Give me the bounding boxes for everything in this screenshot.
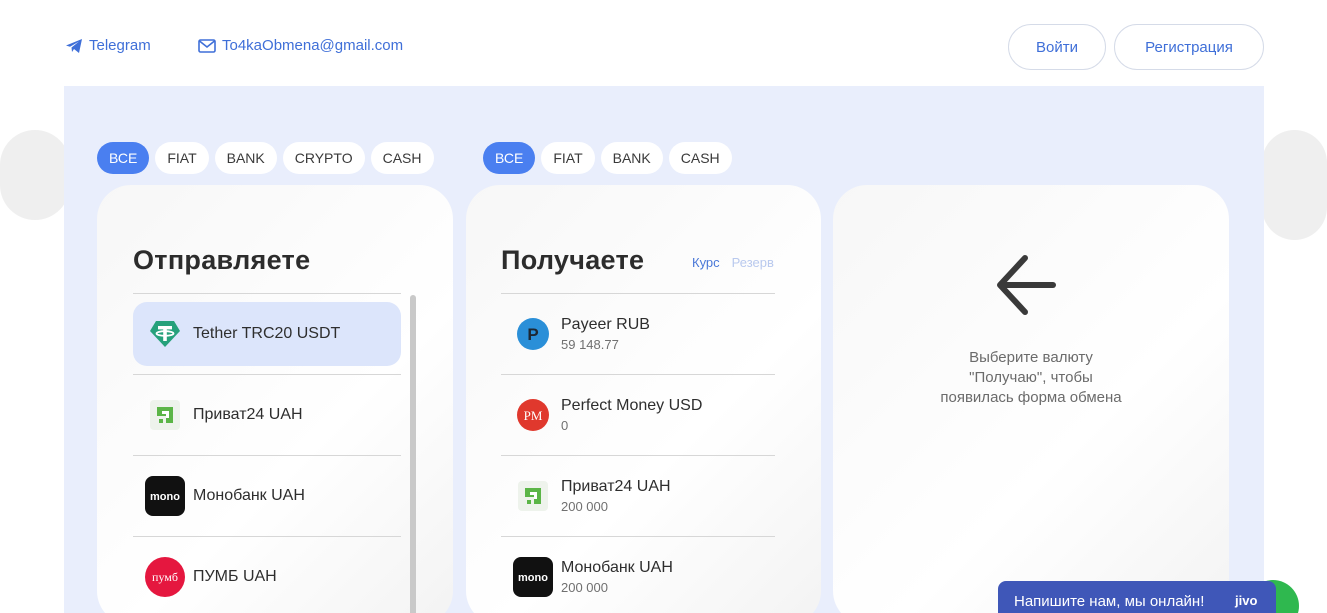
receive-item-privat24[interactable]: Приват24 UAH 200 000 [501, 455, 775, 536]
currency-name: Приват24 UAH [193, 406, 303, 423]
jivo-logo: jivo [1235, 593, 1258, 608]
send-filter-cash[interactable]: CASH [370, 142, 434, 174]
hint-line: Выберите валюту [969, 349, 1093, 366]
login-button[interactable]: Войти [1008, 24, 1106, 70]
currency-reserve: 0 [561, 418, 569, 433]
exchange-form-card: Выберите валюту "Получаю", чтобы появила… [833, 185, 1229, 613]
tab-reserve[interactable]: Резерв [732, 255, 774, 270]
receive-card: Получаете Курс Резерв P Payeer RUB 59 14… [466, 185, 821, 613]
send-list-scrollbar[interactable] [410, 295, 416, 613]
mono-logo-text: mono [150, 491, 180, 503]
send-item-monobank[interactable]: mono Монобанк UAH [133, 455, 401, 536]
pumb-icon: пумб [145, 557, 185, 597]
receive-title: Получаете [501, 245, 645, 275]
chat-widget[interactable]: Напишите нам, мы онлайн! jivo [998, 581, 1276, 613]
send-filter-fiat[interactable]: FIAT [155, 142, 209, 174]
payeer-icon: P [513, 314, 553, 354]
payeer-logo-text: P [527, 325, 538, 344]
tether-icon [145, 314, 185, 354]
receive-filter-fiat[interactable]: FIAT [541, 142, 595, 174]
send-card: Отправляете Tether TRC20 USDT Приват24 U… [97, 185, 453, 613]
send-item-privat24[interactable]: Приват24 UAH [133, 374, 401, 455]
mono-logo-text: mono [518, 572, 548, 584]
email-label: To4kaObmena@gmail.com [222, 37, 404, 54]
mail-icon [198, 38, 216, 53]
select-currency-hint: Выберите валюту "Получаю", чтобы появила… [913, 348, 1149, 408]
receive-filters: ВСЕ FIAT BANK CASH [483, 142, 732, 174]
receive-sort-tabs: Курс Резерв [692, 255, 774, 270]
currency-reserve: 200 000 [561, 580, 608, 595]
exchange-panel: ВСЕ FIAT BANK CRYPTO CASH ВСЕ FIAT BANK … [64, 86, 1264, 613]
pm-logo-text: PM [524, 408, 543, 423]
send-filter-all[interactable]: ВСЕ [97, 142, 150, 174]
currency-reserve: 200 000 [561, 499, 608, 514]
background-brush-right [1262, 130, 1327, 240]
receive-item-payeer[interactable]: P Payeer RUB 59 148.77 [501, 293, 775, 374]
background-brush-left [0, 130, 70, 220]
arrow-left-icon [995, 253, 1057, 322]
hint-line: "Получаю", чтобы [969, 369, 1093, 386]
receive-filter-bank[interactable]: BANK [600, 142, 663, 174]
send-title: Отправляете [133, 245, 311, 275]
telegram-label: Telegram [89, 37, 151, 54]
currency-reserve: 59 148.77 [561, 337, 619, 352]
send-item-pumb[interactable]: пумб ПУМБ UAH [133, 536, 401, 613]
receive-item-perfect-money[interactable]: PM Perfect Money USD 0 [501, 374, 775, 455]
header: Telegram To4kaObmena@gmail.com Войти Рег… [0, 0, 1327, 86]
privat24-icon [145, 395, 185, 435]
hint-line: появилась форма обмена [940, 389, 1122, 406]
send-item-tether[interactable]: Tether TRC20 USDT [133, 293, 401, 374]
receive-item-monobank[interactable]: mono Монобанк UAH 200 000 [501, 536, 775, 613]
send-filter-crypto[interactable]: CRYPTO [282, 142, 365, 174]
receive-filter-all[interactable]: ВСЕ [483, 142, 536, 174]
telegram-link[interactable]: Telegram [65, 37, 151, 54]
send-filter-bank[interactable]: BANK [214, 142, 277, 174]
receive-currency-list: P Payeer RUB 59 148.77 PM Perfect Money … [501, 293, 775, 613]
privat24-icon [513, 476, 553, 516]
currency-name: Монобанк UAH [561, 559, 673, 576]
currency-name: Приват24 UAH [561, 478, 671, 495]
currency-name: Perfect Money USD [561, 397, 703, 414]
monobank-icon: mono [513, 557, 553, 597]
receive-filter-cash[interactable]: CASH [668, 142, 732, 174]
send-filters: ВСЕ FIAT BANK CRYPTO CASH [97, 142, 434, 174]
tab-rate[interactable]: Курс [692, 255, 720, 270]
register-button[interactable]: Регистрация [1114, 24, 1264, 70]
pumb-logo-text: пумб [152, 570, 178, 584]
currency-name: Монобанк UAH [193, 487, 305, 504]
send-currency-list: Tether TRC20 USDT Приват24 UAH mono Моно… [133, 293, 401, 613]
telegram-icon [66, 38, 82, 53]
chat-label: Напишите нам, мы онлайн! [1014, 592, 1205, 610]
perfect-money-icon: PM [513, 395, 553, 435]
currency-name: Tether TRC20 USDT [193, 325, 341, 342]
currency-name: Payeer RUB [561, 316, 650, 333]
currency-name: ПУМБ UAH [193, 568, 277, 585]
email-link[interactable]: To4kaObmena@gmail.com [198, 37, 403, 54]
monobank-icon: mono [145, 476, 185, 516]
